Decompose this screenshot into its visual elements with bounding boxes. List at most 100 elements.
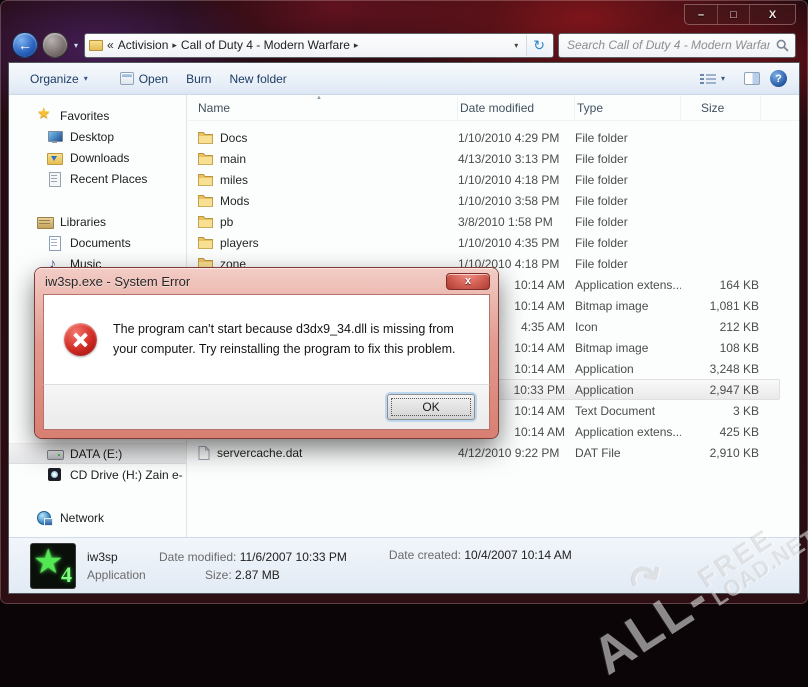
file-icon xyxy=(198,446,210,460)
help-icon[interactable]: ? xyxy=(770,70,787,87)
sidebar-label: Recent Places xyxy=(70,172,147,186)
type-cell: DAT File xyxy=(575,446,681,460)
file-name: servercache.dat xyxy=(217,446,302,460)
sidebar-item-libraries[interactable]: Libraries xyxy=(9,211,186,232)
drive-icon xyxy=(47,446,63,462)
search-box[interactable] xyxy=(558,33,796,58)
toolbar-right-icons: ▾ ? xyxy=(691,69,787,89)
size-cell: 212 KB xyxy=(681,320,761,334)
sort-ascending-icon: ▲ xyxy=(316,95,322,101)
sidebar-gap xyxy=(9,189,186,211)
close-button[interactable]: X xyxy=(749,5,795,24)
size-cell: 2,947 KB xyxy=(681,383,761,397)
folder-icon xyxy=(198,152,213,165)
change-view-button[interactable]: ▾ xyxy=(691,69,734,89)
size-cell: 3 KB xyxy=(681,404,761,418)
search-input[interactable] xyxy=(565,37,772,53)
favorites-children: Desktop Downloads Recent Places xyxy=(9,126,186,189)
table-row[interactable]: Mods 1/10/2010 3:58 PM File folder xyxy=(188,190,780,211)
selected-file-type: Application xyxy=(87,568,149,582)
sidebar-item-downloads[interactable]: Downloads xyxy=(9,147,186,168)
sidebar-item-desktop[interactable]: Desktop xyxy=(9,126,186,147)
column-header-type[interactable]: Type xyxy=(575,95,681,121)
table-row[interactable]: main 4/13/2010 3:13 PM File folder xyxy=(188,148,780,169)
address-bar[interactable]: « Activision ▸ Call of Duty 4 - Modern W… xyxy=(84,33,554,58)
forward-button[interactable] xyxy=(42,32,68,58)
dialog-title: iw3sp.exe - System Error xyxy=(45,274,190,289)
date-created-label: Date created: xyxy=(389,548,461,562)
table-row[interactable]: pb 3/8/2010 1:58 PM File folder xyxy=(188,211,780,232)
breadcrumb-separator-icon[interactable]: ▸ xyxy=(354,40,359,51)
column-label: Date modified xyxy=(460,101,534,115)
minimize-button[interactable]: – xyxy=(685,5,717,24)
chevron-down-icon: ▾ xyxy=(721,74,725,83)
column-header-date-modified[interactable]: Date modified xyxy=(458,95,575,121)
back-button[interactable]: ← xyxy=(12,32,38,58)
burn-button[interactable]: Burn xyxy=(177,68,220,90)
sidebar-item-cd-drive-h-zain-e[interactable]: CD Drive (H:) Zain e- xyxy=(9,464,186,485)
type-cell: Text Document xyxy=(575,404,681,418)
column-header-size[interactable]: Size xyxy=(681,95,761,121)
type-cell: File folder xyxy=(575,131,681,145)
type-cell: File folder xyxy=(575,257,681,271)
sidebar-label: Desktop xyxy=(70,130,114,144)
breadcrumb-overflow-chevron[interactable]: « xyxy=(107,38,114,52)
new-folder-button[interactable]: New folder xyxy=(220,68,295,90)
file-name-cell: pb xyxy=(188,215,458,229)
ok-button[interactable]: OK xyxy=(387,394,475,420)
type-cell: File folder xyxy=(575,236,681,250)
dialog-body: The program can't start because d3dx9_34… xyxy=(43,294,490,384)
column-headers: Name ▲ Date modified Type Size xyxy=(188,95,799,121)
column-header-name[interactable]: Name ▲ xyxy=(188,95,458,121)
maximize-button[interactable]: □ xyxy=(717,5,749,24)
breadcrumb-separator-icon[interactable]: ▸ xyxy=(172,40,177,51)
table-row[interactable]: Docs 1/10/2010 4:29 PM File folder xyxy=(188,127,780,148)
refresh-icon[interactable]: ↻ xyxy=(526,35,549,56)
folder-icon xyxy=(198,215,213,228)
sidebar-label: CD Drive (H:) Zain e- xyxy=(70,468,183,482)
date-modified-cell: 4/13/2010 3:13 PM xyxy=(458,152,575,166)
open-app-icon xyxy=(120,72,134,85)
size-cell: 2,910 KB xyxy=(681,446,761,460)
column-label: Name xyxy=(198,101,230,115)
network-icon xyxy=(37,510,53,526)
sidebar-item-network[interactable]: Network xyxy=(9,507,186,528)
date-created-value: 10/4/2007 10:14 AM xyxy=(464,548,571,562)
file-name: players xyxy=(220,236,259,250)
table-row[interactable]: servercache.dat 4/12/2010 9:22 PM DAT Fi… xyxy=(188,442,780,463)
preview-pane-icon[interactable] xyxy=(744,72,760,85)
type-cell: Application extens... xyxy=(575,425,681,439)
selected-file-name: iw3sp xyxy=(87,550,149,564)
date-modified-cell: 1/10/2010 4:29 PM xyxy=(458,131,575,145)
type-cell: Application extens... xyxy=(575,278,681,292)
date-modified-cell: 1/10/2010 4:18 PM xyxy=(458,173,575,187)
address-dropdown-icon[interactable]: ▾ xyxy=(510,41,522,50)
dialog-close-button[interactable]: x xyxy=(446,273,490,290)
breadcrumb-item-cod4[interactable]: Call of Duty 4 - Modern Warfare xyxy=(181,38,350,52)
sidebar-label: DATA (E:) xyxy=(70,447,122,461)
recent-pages-dropdown[interactable]: ▾ xyxy=(74,41,78,50)
open-button[interactable]: Open xyxy=(111,68,177,90)
new-folder-label: New folder xyxy=(229,72,286,86)
table-row[interactable]: players 1/10/2010 4:35 PM File folder xyxy=(188,232,780,253)
details-name-block: iw3sp Application xyxy=(87,550,149,582)
table-row[interactable]: miles 1/10/2010 4:18 PM File folder xyxy=(188,169,780,190)
breadcrumb-item-activision[interactable]: Activision xyxy=(118,38,169,52)
dialog-title-bar[interactable]: iw3sp.exe - System Error x xyxy=(43,268,490,294)
folder-icon xyxy=(89,40,103,51)
date-modified-value: 11/6/2007 10:33 PM xyxy=(240,550,347,564)
type-cell: Bitmap image xyxy=(575,341,681,355)
folder-icon xyxy=(198,173,213,186)
organize-button[interactable]: Organize ▾ xyxy=(21,68,97,90)
type-cell: Bitmap image xyxy=(575,299,681,313)
sidebar-item-recent-places[interactable]: Recent Places xyxy=(9,168,186,189)
drives-children: DATA (E:) CD Drive (H:) Zain e- xyxy=(9,443,186,485)
date-modified-cell: 3/8/2010 1:58 PM xyxy=(458,215,575,229)
error-icon xyxy=(64,323,97,356)
sidebar-item-data-e[interactable]: DATA (E:) xyxy=(9,443,186,464)
size-cell: 425 KB xyxy=(681,425,761,439)
file-name: main xyxy=(220,152,246,166)
sidebar-item-documents[interactable]: Documents xyxy=(9,232,186,253)
sidebar-item-favorites[interactable]: Favorites xyxy=(9,105,186,126)
file-name-cell: miles xyxy=(188,173,458,187)
